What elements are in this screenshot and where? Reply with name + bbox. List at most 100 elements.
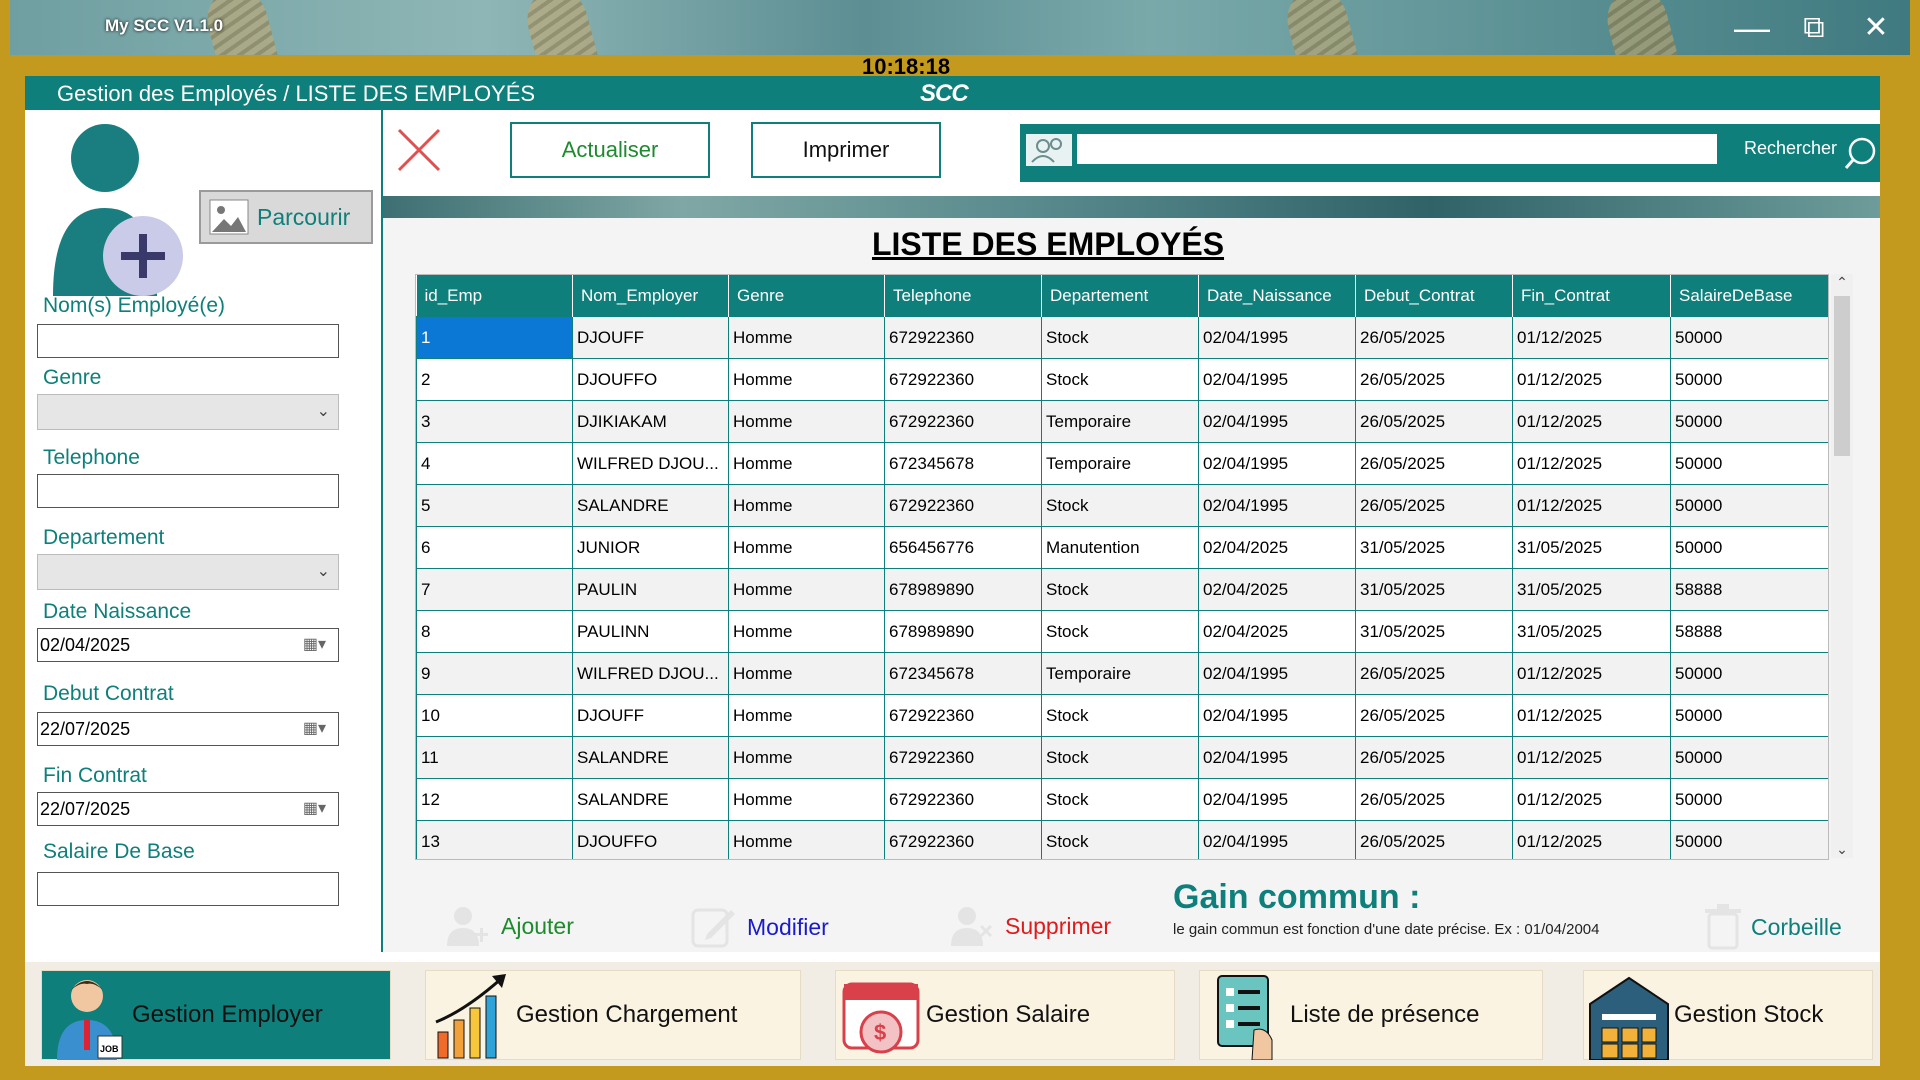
departement-select[interactable]: ⌄: [37, 554, 339, 590]
table-cell[interactable]: 672922360: [884, 316, 1042, 359]
table-cell[interactable]: Stock: [1041, 358, 1199, 401]
table-cell[interactable]: 26/05/2025: [1355, 316, 1513, 359]
table-cell[interactable]: 26/05/2025: [1355, 778, 1513, 821]
table-cell[interactable]: 01/12/2025: [1512, 736, 1671, 779]
table-cell[interactable]: 672922360: [884, 736, 1042, 779]
table-cell[interactable]: 50000: [1670, 736, 1828, 779]
table-cell[interactable]: 50000: [1670, 442, 1828, 485]
add-button[interactable]: Ajouter: [447, 904, 574, 948]
table-cell[interactable]: Homme: [728, 694, 885, 737]
table-cell[interactable]: 26/05/2025: [1355, 358, 1513, 401]
table-cell[interactable]: 58888: [1670, 610, 1828, 653]
table-cell[interactable]: 672922360: [884, 778, 1042, 821]
table-cell[interactable]: 672345678: [884, 652, 1042, 695]
table-cell[interactable]: 01/12/2025: [1512, 694, 1671, 737]
table-cell[interactable]: 50000: [1670, 652, 1828, 695]
table-cell[interactable]: DJOUFF: [572, 316, 729, 359]
table-cell[interactable]: 01/12/2025: [1512, 400, 1671, 443]
table-cell[interactable]: 02/04/1995: [1198, 778, 1356, 821]
table-cell[interactable]: Stock: [1041, 778, 1199, 821]
table-cell[interactable]: DJIKIAKAM: [572, 400, 729, 443]
table-cell[interactable]: 50000: [1670, 526, 1828, 569]
scroll-up-icon[interactable]: ⌃: [1831, 274, 1853, 291]
table-row[interactable]: 12 SALANDRE Homme 672922360 Stock 02/04/1995 2…: [416, 778, 1828, 821]
table-cell[interactable]: 01/12/2025: [1512, 316, 1671, 359]
table-cell[interactable]: 50000: [1670, 694, 1828, 737]
close-icon[interactable]: [395, 126, 443, 174]
table-cell[interactable]: 01/12/2025: [1512, 358, 1671, 401]
table-cell[interactable]: Stock: [1041, 820, 1199, 859]
table-cell[interactable]: 6: [416, 526, 573, 569]
browse-photo-button[interactable]: Parcourir: [199, 190, 373, 244]
table-cell[interactable]: 26/05/2025: [1355, 442, 1513, 485]
table-cell[interactable]: 4: [416, 442, 573, 485]
table-cell[interactable]: 01/12/2025: [1512, 484, 1671, 527]
table-cell[interactable]: Homme: [728, 778, 885, 821]
table-cell[interactable]: 50000: [1670, 316, 1828, 359]
table-row[interactable]: 1 DJOUFF Homme 672922360 Stock 02/04/1995 26/0…: [416, 316, 1828, 359]
column-header[interactable]: Debut_Contrat: [1355, 275, 1513, 317]
trash-button[interactable]: Corbeille: [1705, 904, 1842, 950]
table-cell[interactable]: 678989890: [884, 568, 1042, 611]
table-cell[interactable]: WILFRED DJOU...: [572, 652, 729, 695]
table-cell[interactable]: 26/05/2025: [1355, 484, 1513, 527]
table-cell[interactable]: 13: [416, 820, 573, 859]
table-cell[interactable]: 02/04/2025: [1198, 610, 1356, 653]
nav-liste-presence[interactable]: Liste de présence: [1199, 970, 1543, 1060]
table-cell[interactable]: Homme: [728, 358, 885, 401]
table-cell[interactable]: JUNIOR: [572, 526, 729, 569]
scrollbar-thumb[interactable]: [1834, 296, 1850, 456]
table-cell[interactable]: 31/05/2025: [1512, 568, 1671, 611]
table-cell[interactable]: 01/12/2025: [1512, 652, 1671, 695]
table-row[interactable]: 13 DJOUFFO Homme 672922360 Stock 02/04/1995 26…: [416, 820, 1828, 859]
search-input[interactable]: [1077, 134, 1717, 164]
table-cell[interactable]: 7: [416, 568, 573, 611]
table-cell[interactable]: 1: [416, 316, 573, 359]
table-row[interactable]: 4 WILFRED DJOU... Homme 672345678 Temporaire…: [416, 442, 1828, 485]
table-cell[interactable]: Homme: [728, 526, 885, 569]
calendar-icon[interactable]: ▦▾: [303, 798, 326, 818]
table-cell[interactable]: Stock: [1041, 484, 1199, 527]
table-cell[interactable]: Stock: [1041, 610, 1199, 653]
column-header[interactable]: Nom_Employer: [572, 275, 729, 317]
table-cell[interactable]: Stock: [1041, 316, 1199, 359]
refresh-button[interactable]: Actualiser: [510, 122, 710, 178]
table-cell[interactable]: 8: [416, 610, 573, 653]
table-cell[interactable]: 12: [416, 778, 573, 821]
table-cell[interactable]: 31/05/2025: [1512, 610, 1671, 653]
table-cell[interactable]: 656456776: [884, 526, 1042, 569]
table-cell[interactable]: Temporaire: [1041, 442, 1199, 485]
table-cell[interactable]: 672922360: [884, 694, 1042, 737]
table-cell[interactable]: 02/04/1995: [1198, 484, 1356, 527]
table-cell[interactable]: 672922360: [884, 484, 1042, 527]
table-cell[interactable]: Homme: [728, 820, 885, 859]
table-cell[interactable]: Temporaire: [1041, 652, 1199, 695]
table-cell[interactable]: SALANDRE: [572, 778, 729, 821]
column-header[interactable]: id_Emp: [416, 275, 573, 317]
table-cell[interactable]: DJOUFFO: [572, 358, 729, 401]
table-cell[interactable]: 02/04/2025: [1198, 526, 1356, 569]
table-cell[interactable]: 02/04/1995: [1198, 316, 1356, 359]
table-cell[interactable]: 02/04/1995: [1198, 694, 1356, 737]
table-row[interactable]: 8 PAULINN Homme 678989890 Stock 02/04/2025 31/…: [416, 610, 1828, 653]
table-cell[interactable]: 50000: [1670, 778, 1828, 821]
close-window-button[interactable]: ✕: [1856, 8, 1896, 48]
column-header[interactable]: SalaireDeBase: [1670, 275, 1828, 317]
table-cell[interactable]: Homme: [728, 400, 885, 443]
table-cell[interactable]: 31/05/2025: [1355, 568, 1513, 611]
column-header[interactable]: Telephone: [884, 275, 1042, 317]
table-cell[interactable]: 26/05/2025: [1355, 820, 1513, 859]
maximize-button[interactable]: ⧉: [1794, 8, 1834, 48]
edit-button[interactable]: Modifier: [691, 904, 829, 950]
table-cell[interactable]: 3: [416, 400, 573, 443]
table-cell[interactable]: Temporaire: [1041, 400, 1199, 443]
table-cell[interactable]: Homme: [728, 316, 885, 359]
table-cell[interactable]: DJOUFFO: [572, 820, 729, 859]
calendar-icon[interactable]: ▦▾: [303, 718, 326, 738]
date-naissance-picker[interactable]: 02/04/2025 ▦▾: [37, 628, 339, 662]
nav-gestion-chargement[interactable]: Gestion Chargement: [425, 970, 801, 1060]
table-cell[interactable]: WILFRED DJOU...: [572, 442, 729, 485]
table-cell[interactable]: 678989890: [884, 610, 1042, 653]
column-header[interactable]: Fin_Contrat: [1512, 275, 1671, 317]
table-row[interactable]: 3 DJIKIAKAM Homme 672922360 Temporaire 02/04/…: [416, 400, 1828, 443]
